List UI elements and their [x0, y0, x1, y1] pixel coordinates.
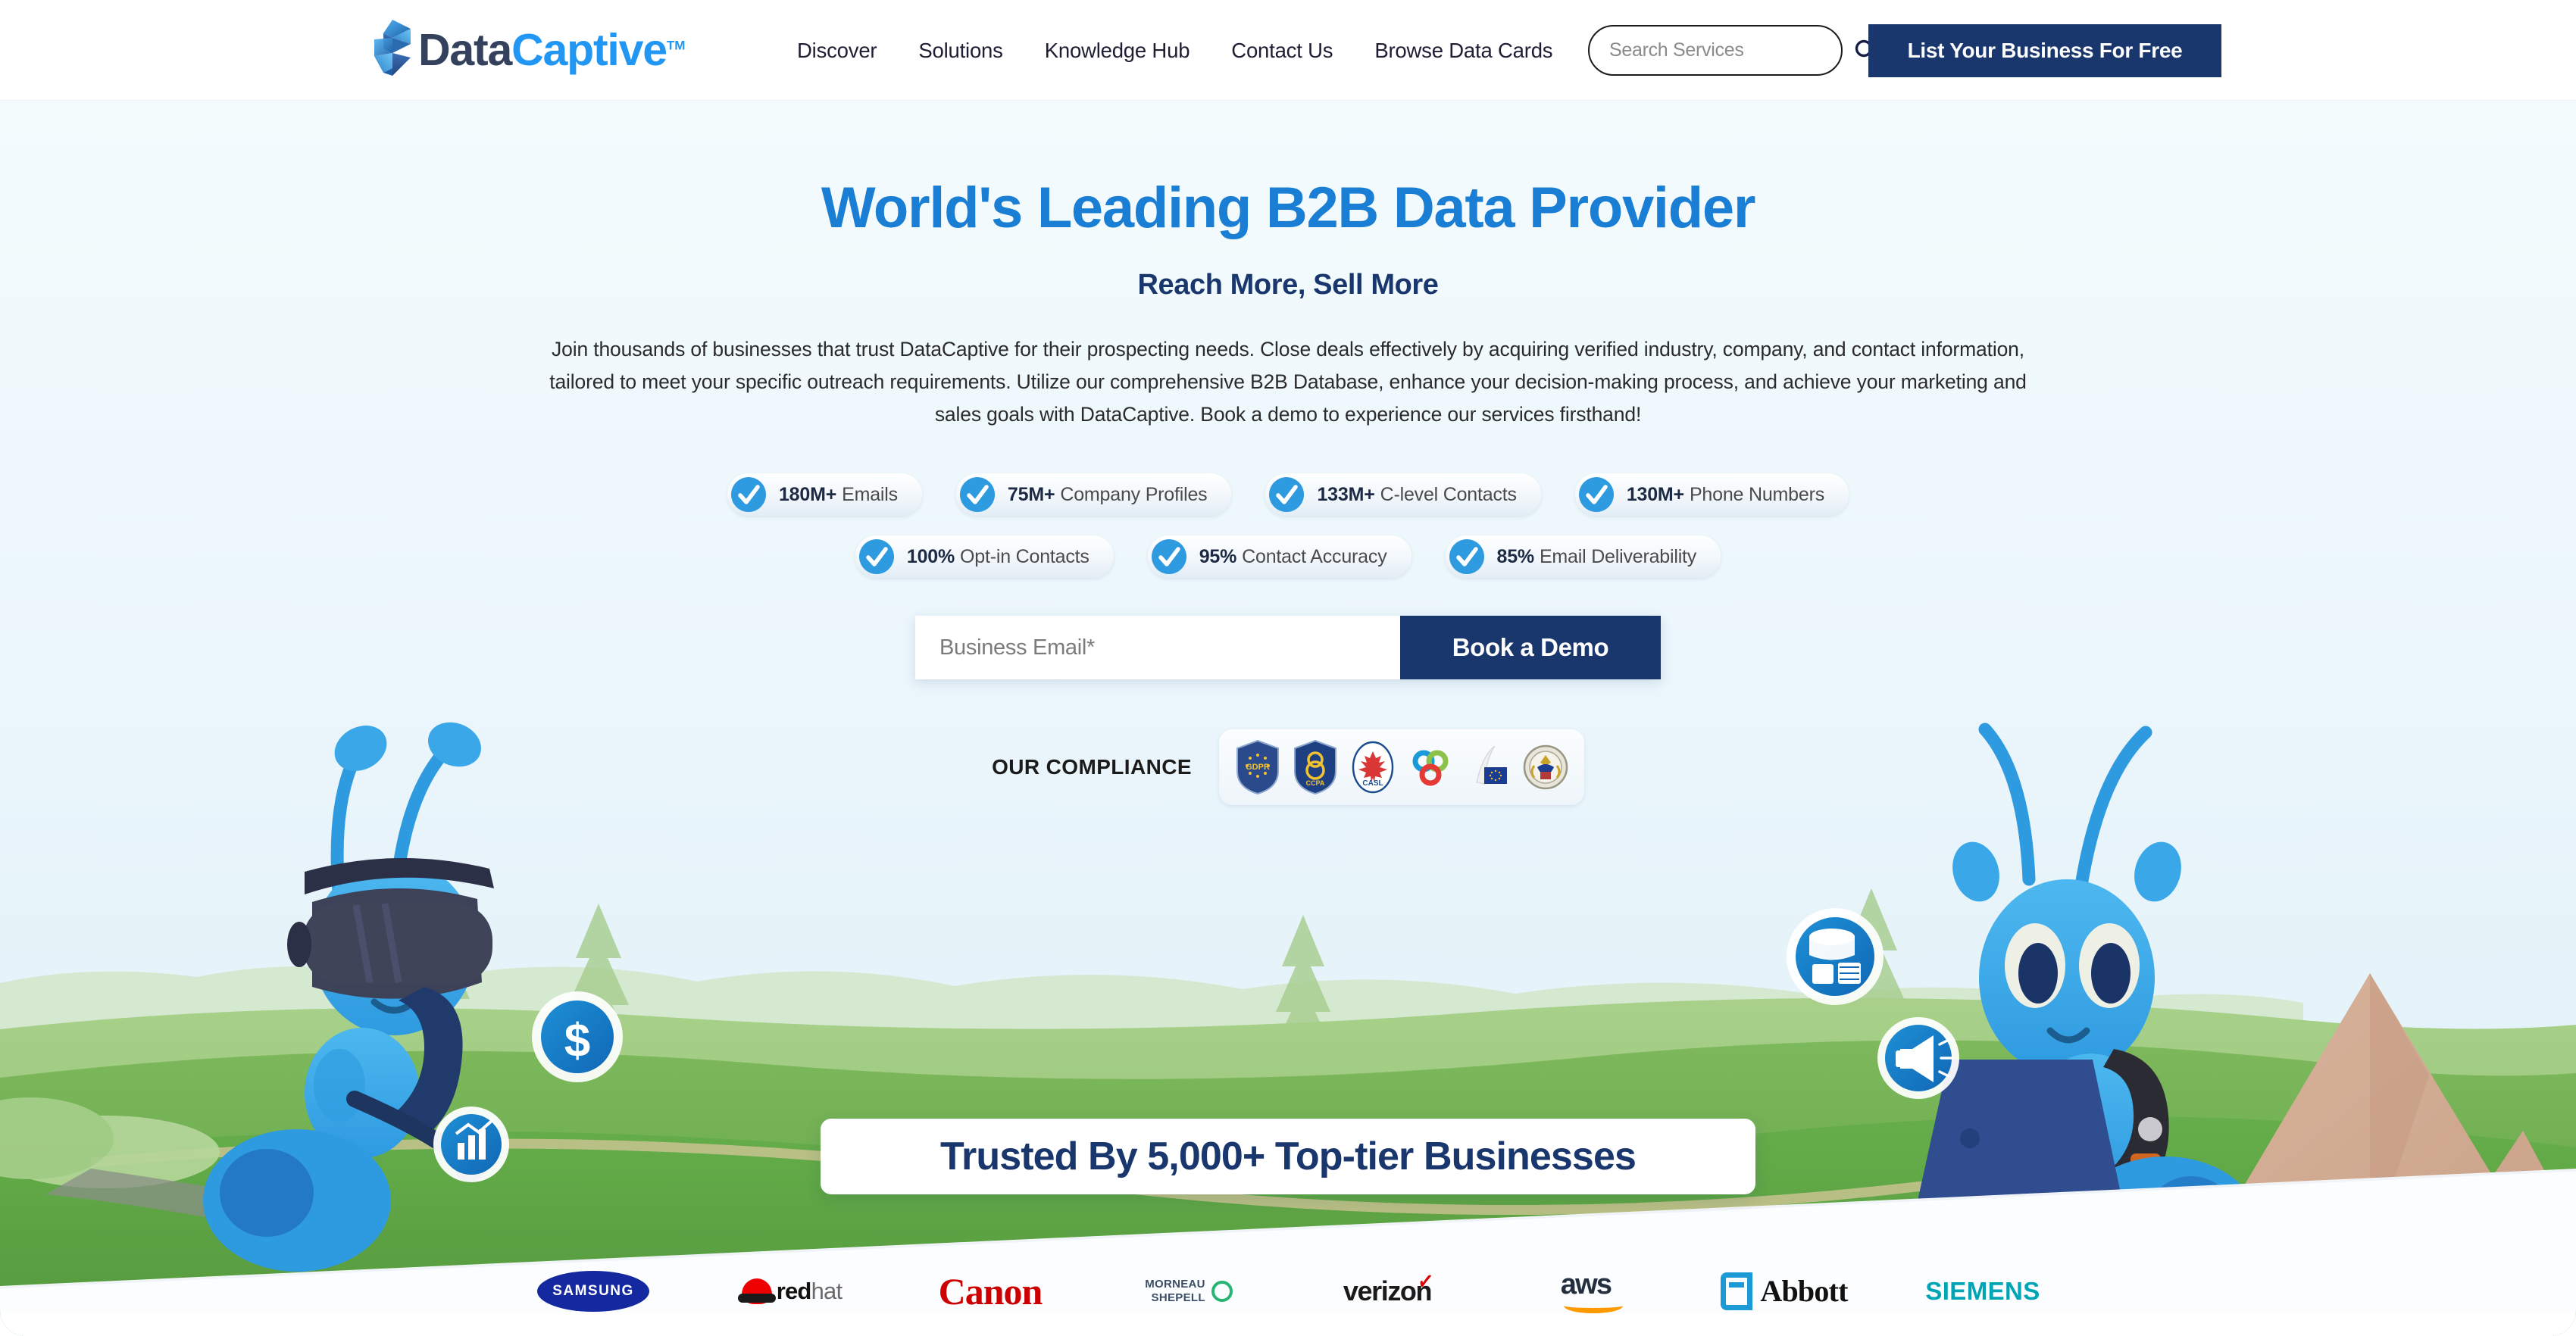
stat-label: Contact Accuracy	[1242, 545, 1387, 567]
check-circle-icon	[858, 539, 894, 575]
stat-value: 130M+	[1626, 483, 1684, 505]
business-email-input[interactable]	[915, 616, 1400, 680]
stat-label: Email Deliverability	[1539, 545, 1697, 567]
svg-text:$: $	[564, 1015, 590, 1067]
check-circle-icon	[959, 477, 995, 513]
compliance-label: OUR COMPLIANCE	[992, 755, 1192, 779]
stat-pill-phone-numbers: 130M+ Phone Numbers	[1574, 473, 1849, 517]
logo[interactable]: DataCaptiveTM	[370, 15, 685, 80]
siemens-wordmark: SIEMENS	[1925, 1276, 2040, 1305]
book-demo-form: Book a Demo	[915, 616, 1661, 680]
abbott-a-icon	[1721, 1272, 1753, 1310]
check-circle-icon	[1151, 539, 1186, 575]
list-your-business-button[interactable]: List Your Business For Free	[1868, 24, 2221, 77]
brand-logo-canon: Canon	[891, 1257, 1089, 1325]
dollar-icon: $	[532, 991, 623, 1082]
page-root: DataCaptiveTM Discover Solutions Knowled…	[0, 0, 2576, 1336]
abbott-wordmark: Abbott	[1760, 1274, 1848, 1308]
aws-wordmark: aws	[1560, 1269, 1612, 1300]
datacaptive-cube-logo-icon	[374, 20, 411, 76]
gdpr-shield-badge-icon[interactable]: GDPR	[1234, 738, 1281, 796]
brand-logo-strip: SAMSUNG redhat Canon MORNEAU SHEPELL veri…	[0, 1246, 2576, 1336]
redhat-fedora-icon	[737, 1278, 776, 1304]
stat-pill-email-deliverability: 85% Email Deliverability	[1445, 535, 1721, 579]
bar-chart-icon	[433, 1107, 509, 1182]
hero-content: World's Leading B2B Data Provider Reach …	[0, 101, 2576, 806]
logo-word-captive: Captive	[511, 24, 667, 75]
aws-smile-icon	[1563, 1298, 1623, 1313]
brand-logo-abbott: Abbott	[1685, 1257, 1884, 1325]
stats-row-secondary: 100% Opt-in Contacts 95% Contact Accurac…	[0, 535, 2576, 579]
stat-value: 133M+	[1317, 483, 1375, 505]
nav-item-discover[interactable]: Discover	[797, 39, 877, 63]
brand-logo-siemens: SIEMENS	[1884, 1257, 2082, 1325]
logo-trademark: TM	[666, 37, 686, 52]
logo-word-data: Data	[418, 24, 512, 75]
site-header: DataCaptiveTM Discover Solutions Knowled…	[0, 0, 2576, 101]
nav-item-browse-data-cards[interactable]: Browse Data Cards	[1374, 39, 1552, 63]
morneau-ring-icon	[1211, 1280, 1233, 1302]
check-circle-icon	[1269, 477, 1305, 513]
brand-logo-aws: aws	[1487, 1257, 1685, 1325]
brand-logo-samsung: SAMSUNG	[494, 1257, 692, 1325]
nav-item-contact-us[interactable]: Contact Us	[1231, 39, 1333, 63]
logo-wordmark: DataCaptiveTM	[418, 24, 686, 75]
trusted-banner: Trusted By 5,000+ Top-tier Businesses	[821, 1119, 1755, 1194]
stat-label: Opt-in Contacts	[960, 545, 1089, 567]
stat-value: 75M+	[1007, 483, 1055, 505]
stat-pill-contact-accuracy: 95% Contact Accuracy	[1147, 535, 1411, 579]
stat-value: 85%	[1496, 545, 1535, 567]
nav-item-knowledge-hub[interactable]: Knowledge Hub	[1045, 39, 1190, 63]
compliance-section: OUR COMPLIANCE GDPR CCPA CASL	[890, 729, 1686, 806]
brand-logo-verizon: verizon ✓	[1288, 1257, 1487, 1325]
samsung-wordmark: SAMSUNG	[537, 1270, 649, 1312]
canon-wordmark: Canon	[938, 1269, 1043, 1313]
stat-label: Phone Numbers	[1689, 483, 1825, 505]
stat-label: Emails	[842, 483, 898, 505]
svg-text:CCPA: CCPA	[1305, 779, 1324, 787]
brand-logo-morneau-shepell: MORNEAU SHEPELL	[1089, 1257, 1288, 1325]
page-title: World's Leading B2B Data Provider	[821, 176, 1756, 240]
us-seal-badge-icon[interactable]	[1522, 738, 1569, 796]
check-circle-icon	[1449, 539, 1484, 575]
stats-row-primary: 180M+ Emails 75M+ Company Profiles 133M+…	[0, 473, 2576, 517]
book-a-demo-button[interactable]: Book a Demo	[1400, 616, 1661, 680]
stat-pill-c-level-contacts: 133M+ C-level Contacts	[1265, 473, 1541, 517]
check-circle-icon	[1578, 477, 1614, 513]
ccpa-shield-badge-icon[interactable]: CCPA	[1292, 738, 1339, 796]
stat-label: Company Profiles	[1060, 483, 1208, 505]
eu-privacy-flag-badge-icon[interactable]	[1465, 738, 1512, 796]
trusted-headline: Trusted By 5,000+ Top-tier Businesses	[940, 1135, 1637, 1178]
svg-text:GDPR: GDPR	[1246, 763, 1270, 772]
hero-subtitle: Reach More, Sell More	[1137, 268, 1439, 301]
redhat-wordmark: redhat	[776, 1277, 843, 1304]
brand-logo-redhat: redhat	[692, 1257, 891, 1325]
verizon-check-icon: ✓	[1416, 1267, 1435, 1296]
stat-value: 95%	[1199, 545, 1237, 567]
stat-pill-opt-in-contacts: 100% Opt-in Contacts	[855, 535, 1114, 579]
nav-item-solutions[interactable]: Solutions	[918, 39, 1003, 63]
search-input[interactable]	[1609, 39, 1853, 61]
casl-maple-leaf-badge-icon[interactable]: CASL	[1349, 738, 1396, 796]
database-icon	[1787, 908, 1884, 1005]
megaphone-icon	[1877, 1017, 1959, 1099]
main-navigation: Discover Solutions Knowledge Hub Contact…	[797, 0, 1553, 101]
iso-rings-badge-icon[interactable]	[1407, 738, 1454, 796]
compliance-badge-strip: GDPR CCPA CASL	[1218, 729, 1584, 806]
stat-value: 100%	[906, 545, 955, 567]
check-circle-icon	[730, 477, 766, 513]
stat-pill-emails: 180M+ Emails	[727, 473, 922, 517]
svg-text:CASL: CASL	[1362, 779, 1383, 788]
morneau-wordmark: MORNEAU SHEPELL	[1145, 1278, 1205, 1304]
stat-value: 180M+	[778, 483, 837, 505]
stat-pill-company-profiles: 75M+ Company Profiles	[955, 473, 1232, 517]
hero-description: Join thousands of businesses that trust …	[549, 337, 2027, 426]
stat-label: C-level Contacts	[1380, 483, 1517, 505]
search-box[interactable]	[1588, 25, 1878, 76]
